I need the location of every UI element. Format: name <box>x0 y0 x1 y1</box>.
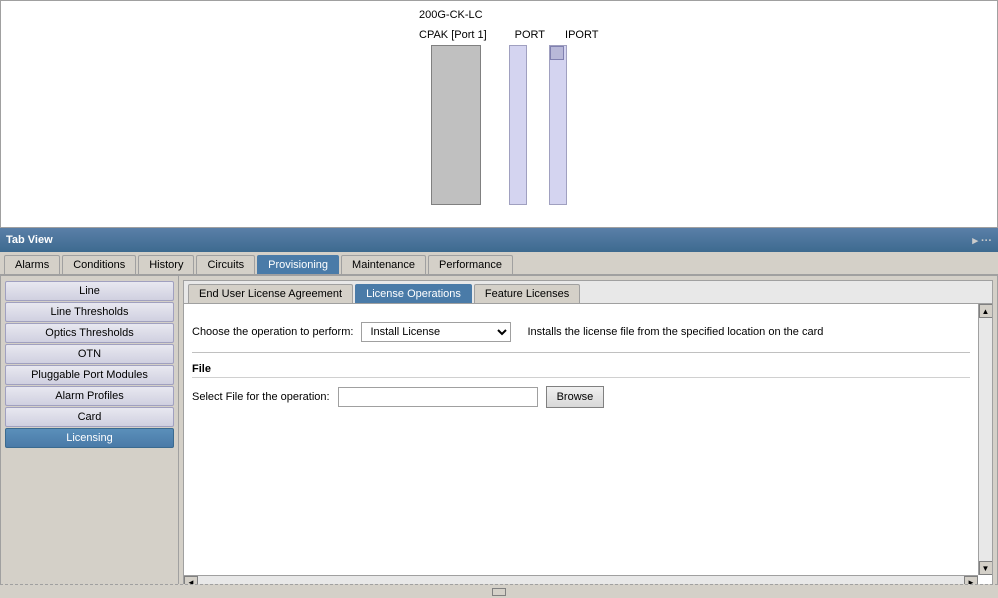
cpak-column <box>431 45 481 205</box>
port-label: PORT <box>515 29 545 41</box>
cpak-label: CPAK [Port 1] <box>419 29 487 41</box>
main-tabs-row: Alarms Conditions History Circuits Provi… <box>0 252 998 275</box>
sidebar-item-optics-thresholds[interactable]: Optics Thresholds <box>5 323 174 343</box>
resize-handle-icon <box>492 588 506 596</box>
device-label: 200G-CK-LC <box>419 9 483 21</box>
file-section: File Select File for the operation: Brow… <box>192 363 970 408</box>
tab-maintenance[interactable]: Maintenance <box>341 255 426 274</box>
tab-circuits[interactable]: Circuits <box>196 255 255 274</box>
operation-description: Installs the license file from the speci… <box>527 326 823 338</box>
sidebar-item-pluggable-port-modules[interactable]: Pluggable Port Modules <box>5 365 174 385</box>
iport-column <box>549 45 567 205</box>
sidebar-item-card[interactable]: Card <box>5 407 174 427</box>
operation-select[interactable]: Install License <box>361 322 511 342</box>
port-labels: CPAK [Port 1] PORT IPORT <box>419 29 598 41</box>
bottom-handle <box>0 584 998 598</box>
tab-performance[interactable]: Performance <box>428 255 513 274</box>
panel-wrapper: ▲ ▼ ◄ ► Choose the operation to perform:… <box>184 304 992 589</box>
tab-provisioning[interactable]: Provisioning <box>257 255 339 274</box>
sub-tabs-row: End User License Agreement License Opera… <box>184 281 992 304</box>
file-input[interactable] <box>338 387 538 407</box>
sidebar-item-otn[interactable]: OTN <box>5 344 174 364</box>
sidebar-item-licensing[interactable]: Licensing <box>5 428 174 448</box>
sidebar: Line Line Thresholds Optics Thresholds O… <box>1 276 179 594</box>
iport-label: IPORT <box>565 29 598 41</box>
iport-small-box <box>550 46 564 60</box>
file-select-label: Select File for the operation: <box>192 391 330 403</box>
operation-row: Choose the operation to perform: Install… <box>192 322 970 342</box>
sub-tab-license-operations[interactable]: License Operations <box>355 284 472 303</box>
sub-tab-eula[interactable]: End User License Agreement <box>188 284 353 303</box>
main-content: Line Line Thresholds Optics Thresholds O… <box>0 275 998 595</box>
operation-label: Choose the operation to perform: <box>192 326 353 338</box>
port-column <box>509 45 527 205</box>
right-panel: End User License Agreement License Opera… <box>183 280 993 590</box>
file-row: Select File for the operation: Browse <box>192 386 970 408</box>
sub-tab-feature-licenses[interactable]: Feature Licenses <box>474 284 580 303</box>
tab-view-actions[interactable]: ▸ ··· <box>972 234 992 247</box>
scroll-up-arrow[interactable]: ▲ <box>979 304 993 318</box>
tab-conditions[interactable]: Conditions <box>62 255 136 274</box>
scrollbar-vertical[interactable]: ▲ ▼ <box>978 304 992 575</box>
sidebar-item-alarm-profiles[interactable]: Alarm Profiles <box>5 386 174 406</box>
tab-view-title: Tab View <box>6 234 53 246</box>
panel-content: Choose the operation to perform: Install… <box>184 304 978 575</box>
file-section-label: File <box>192 363 970 378</box>
tab-view-header: Tab View ▸ ··· <box>0 228 998 252</box>
scroll-down-arrow[interactable]: ▼ <box>979 561 993 575</box>
tab-history[interactable]: History <box>138 255 194 274</box>
sidebar-item-line[interactable]: Line <box>5 281 174 301</box>
tab-alarms[interactable]: Alarms <box>4 255 60 274</box>
browse-button[interactable]: Browse <box>546 386 605 408</box>
divider <box>192 352 970 353</box>
diagram-area: 200G-CK-LC CPAK [Port 1] PORT IPORT <box>0 0 998 228</box>
diagram-inner: 200G-CK-LC CPAK [Port 1] PORT IPORT <box>1 1 997 227</box>
sidebar-item-line-thresholds[interactable]: Line Thresholds <box>5 302 174 322</box>
